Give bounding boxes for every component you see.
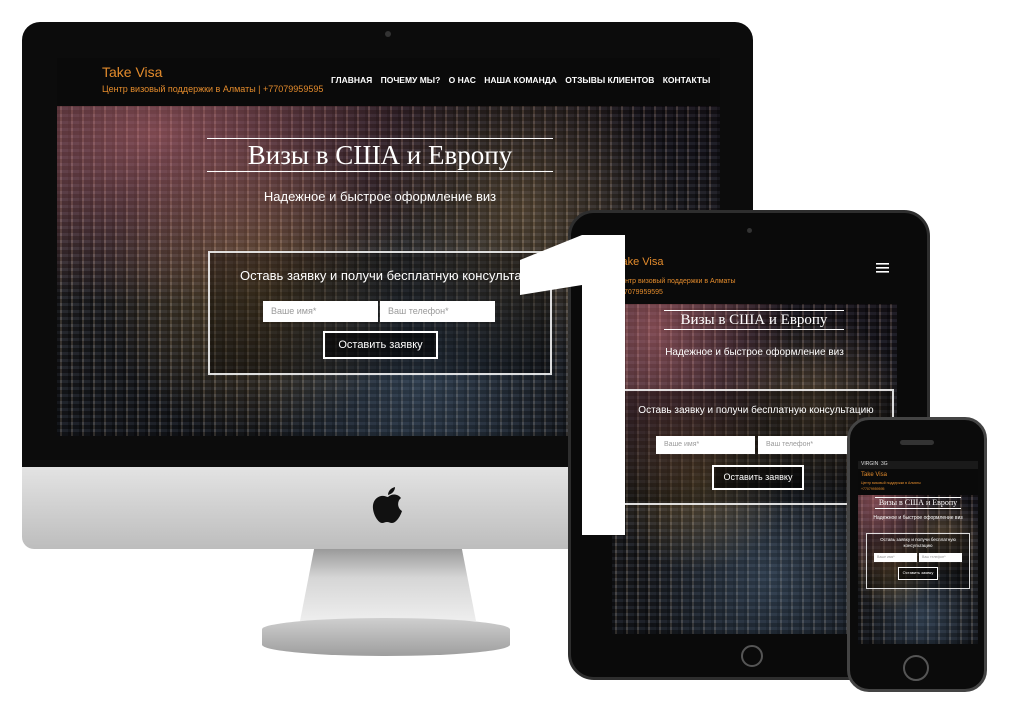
iphone-screen: VIRGIN 3G Take Visa Центр визовый поддер… [858,461,978,644]
phone-input[interactable]: Ваш телефон* [380,301,495,322]
imac-stand-foot [262,618,510,656]
nav-item-home[interactable]: ГЛАВНАЯ [331,75,372,85]
iphone-phone: +77079959595 [861,487,885,491]
imac-stand-neck [300,549,476,621]
ipad-camera [747,228,752,233]
nav-item-reviews[interactable]: ОТЗЫВЫ КЛИЕНТОВ [565,75,654,85]
iphone-hero-title: Визы в США и Европу [875,497,961,509]
hamburger-menu-icon[interactable] [876,260,889,273]
imac-camera [385,31,391,37]
ipad-hero-title: Визы в США и Европу [664,310,844,330]
nav-item-why-us[interactable]: ПОЧЕМУ МЫ? [381,75,441,85]
iphone-hero-subtitle: Надежное и быстрое оформление виз [873,515,963,521]
ipad-submit-button[interactable]: Оставить заявку [712,465,804,490]
main-nav: ГЛАВНАЯ ПОЧЕМУ МЫ? О НАС НАША КОМАНДА ОТ… [331,75,716,85]
iphone-submit-button[interactable]: Оставить заявку [898,567,938,580]
ipad-name-input[interactable]: Ваше имя* [656,436,755,454]
hero-title: Визы в США и Европу [207,138,553,172]
iphone-lead-form: Оставь заявку и получи бесплатную консул… [866,533,970,589]
iphone-tagline: Центр визовый поддержки в Алматы [861,481,921,485]
ipad-home-button [741,645,763,667]
nav-item-contacts[interactable]: КОНТАКТЫ [663,75,711,85]
iphone-name-input[interactable]: Ваше имя* [874,553,917,562]
name-input[interactable]: Ваше имя* [263,301,378,322]
iphone-status-text: VIRGIN 3G [861,461,888,467]
site-brand[interactable]: Take Visa [102,64,162,80]
apple-logo-icon [370,485,406,527]
ipad-form-heading: Оставь заявку и получи бесплатную консул… [638,405,874,416]
iphone-phone-input[interactable]: Ваш телефон* [919,553,962,562]
hero-subtitle: Надежное и быстрое оформление виз [263,189,497,204]
iphone-speaker [900,440,934,445]
nav-item-team[interactable]: НАША КОМАНДА [484,75,557,85]
iphone-brand[interactable]: Take Visa [861,472,887,478]
iphone-form-heading-2: консультацию [903,543,933,548]
nav-item-about[interactable]: О НАС [449,75,476,85]
ipad-tagline: Центр визовый поддержки в Алматы [616,278,736,285]
ipad-hero-subtitle: Надежное и быстрое оформление виз [665,347,844,358]
site-tagline: Центр визовый поддержки в Алматы | +7707… [102,84,324,94]
number-one-overlay [500,235,630,540]
iphone-home-button [903,655,929,681]
submit-button[interactable]: Оставить заявку [323,331,438,359]
ipad-phone-input[interactable]: Ваш телефон* [758,436,857,454]
iphone-form-heading-1: Оставь заявку и получи бесплатную [880,537,956,542]
